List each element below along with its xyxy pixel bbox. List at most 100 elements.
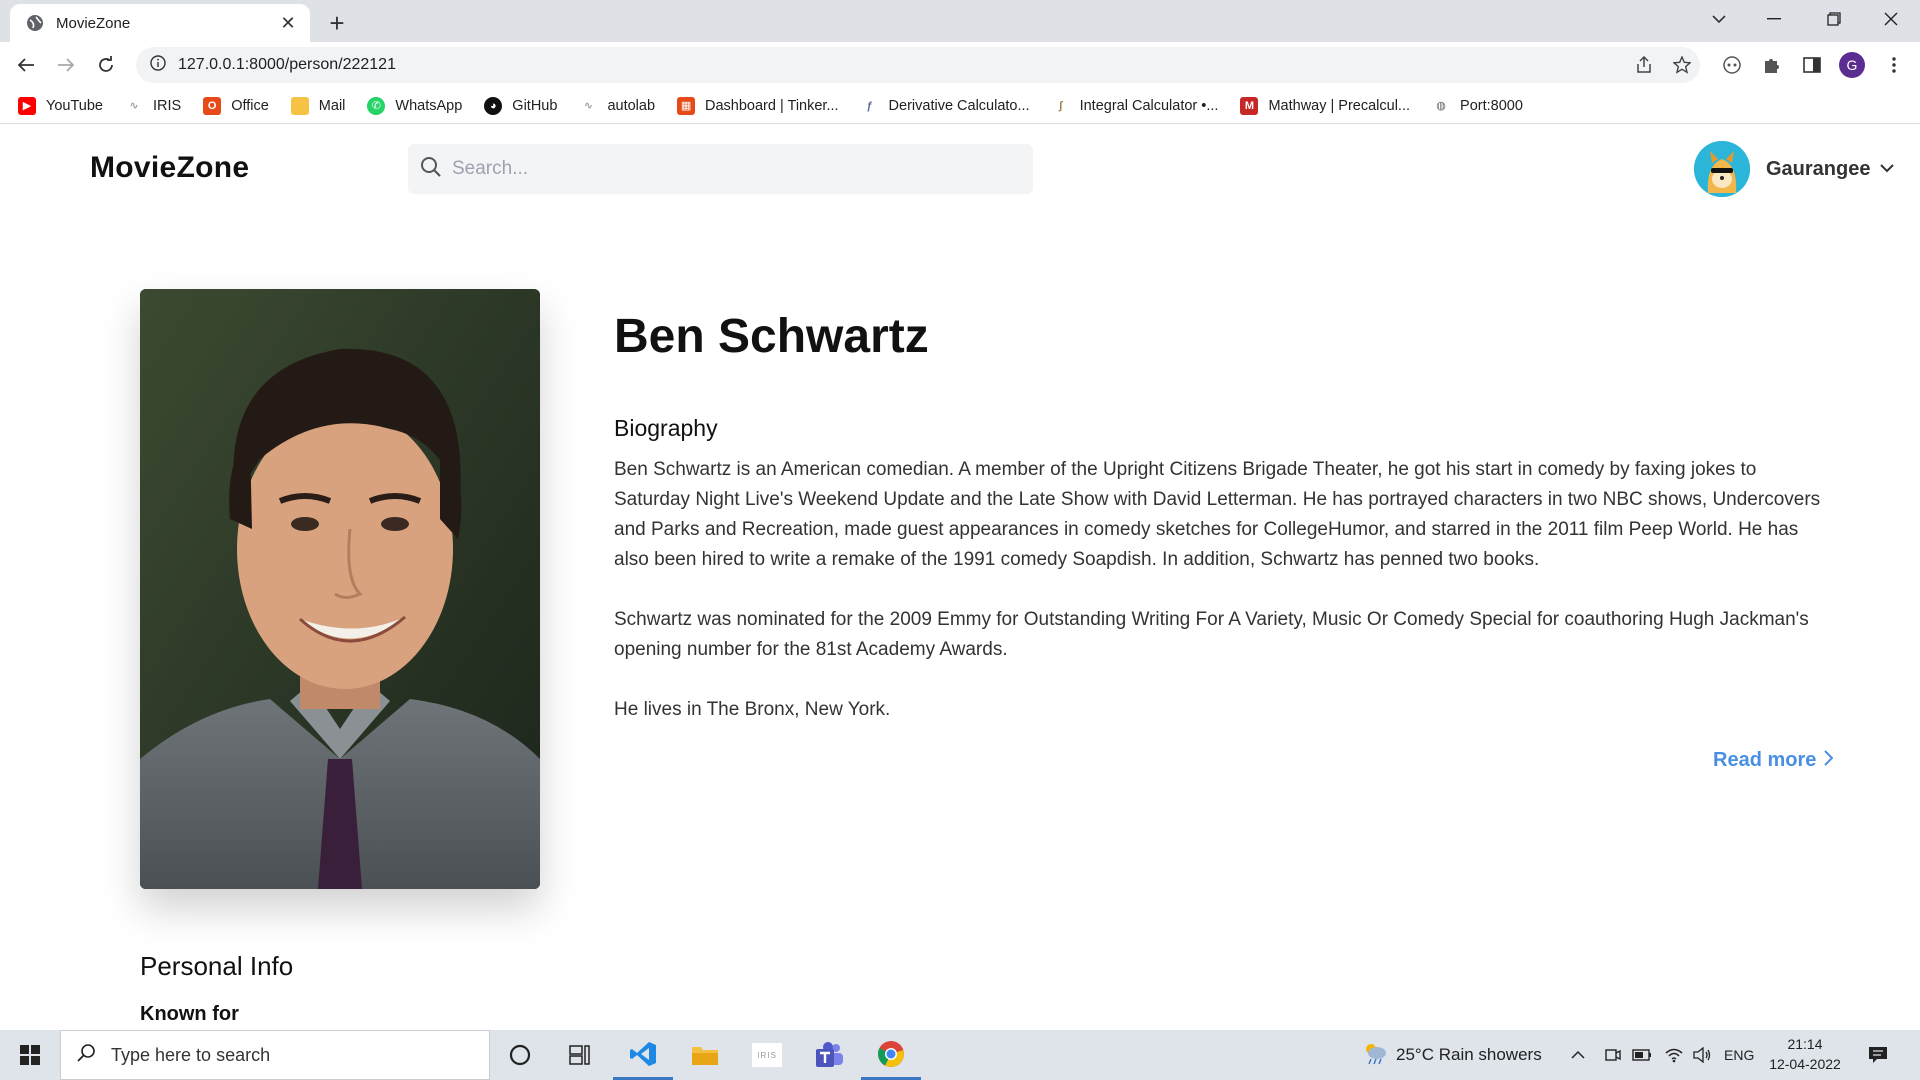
weather-text: 25°C Rain showers <box>1396 1045 1542 1064</box>
biography-paragraph: He lives in The Bronx, New York. <box>614 699 891 720</box>
volume-icon[interactable] <box>1692 1030 1712 1080</box>
bookmark-label: Office <box>231 97 269 114</box>
tab-search-chevron-icon[interactable] <box>1690 0 1748 38</box>
integral-icon: ∫ <box>1059 99 1063 112</box>
windows-start-icon[interactable] <box>0 1030 60 1080</box>
cortana-icon[interactable] <box>490 1030 550 1080</box>
new-tab-button[interactable]: + <box>322 8 352 38</box>
bookmark-label: Derivative Calculato... <box>888 97 1030 114</box>
notifications-icon[interactable] <box>1868 1030 1888 1080</box>
bookmark-item[interactable]: ▦ Dashboard | Tinker... <box>677 96 839 115</box>
bookmark-label: Mathway | Precalcul... <box>1268 97 1411 114</box>
taskbar-search-placeholder: Type here to search <box>111 1044 271 1065</box>
derivative-icon: ƒ <box>866 99 873 112</box>
bookmark-label: Integral Calculator •... <box>1079 97 1219 114</box>
user-menu[interactable]: Gaurangee <box>1694 141 1895 197</box>
bookmark-item[interactable]: ∫ Integral Calculator •... <box>1052 97 1219 115</box>
whatsapp-icon: ✆ <box>367 96 386 115</box>
tab-close-icon[interactable]: ✕ <box>278 13 298 33</box>
clock-date: 12-04-2022 <box>1769 1056 1841 1072</box>
profile-initial: G <box>1839 52 1865 78</box>
chrome-profile-avatar[interactable]: G <box>1836 49 1868 81</box>
person-name: Ben Schwartz <box>614 310 929 363</box>
chrome-icon[interactable] <box>861 1030 921 1080</box>
bookmark-item[interactable]: ∿ autolab <box>579 97 655 115</box>
address-bar[interactable]: 127.0.0.1:8000/person/222121 <box>136 47 1700 83</box>
search-icon <box>420 156 442 183</box>
biography-heading: Biography <box>614 415 718 441</box>
site-logo[interactable]: MovieZone <box>90 151 249 185</box>
biography-text: Ben Schwartz is an American comedian. A … <box>614 455 1834 755</box>
page-content: MovieZone Gaurangee <box>0 125 1920 1030</box>
bookmark-item[interactable]: ƒ Derivative Calculato... <box>861 97 1030 115</box>
back-arrow-icon[interactable] <box>10 49 42 81</box>
search-input[interactable] <box>452 158 1012 180</box>
battery-icon[interactable] <box>1632 1030 1652 1080</box>
show-hidden-icons-chevron-icon[interactable] <box>1570 1030 1586 1080</box>
bookmark-item[interactable]: ▶ YouTube <box>18 96 103 115</box>
search-icon <box>77 1043 97 1068</box>
personal-info-heading: Personal Info <box>140 951 294 981</box>
restore-icon[interactable] <box>1805 0 1863 38</box>
meet-now-icon[interactable] <box>1604 1030 1622 1080</box>
close-window-icon[interactable] <box>1862 0 1920 38</box>
bookmark-label: Port:8000 <box>1460 97 1523 114</box>
folder-icon <box>290 96 309 115</box>
wifi-icon[interactable] <box>1664 1030 1684 1080</box>
clock-time: 21:14 <box>1787 1036 1823 1052</box>
file-explorer-icon[interactable] <box>675 1030 735 1080</box>
bookmark-label: GitHub <box>512 97 558 114</box>
bookmark-star-icon[interactable] <box>1666 49 1698 81</box>
biography-paragraph: Schwartz was nominated for the 2009 Emmy… <box>614 609 1809 660</box>
taskbar-search[interactable]: Type here to search <box>60 1030 490 1080</box>
browser-tab[interactable]: MovieZone ✕ <box>10 4 310 42</box>
github-icon: ◕ <box>484 96 503 115</box>
vscode-icon[interactable] <box>613 1030 673 1080</box>
chevron-down-icon <box>1880 160 1895 178</box>
youtube-icon: ▶ <box>18 96 36 115</box>
bookmark-label: YouTube <box>46 97 103 114</box>
read-more-link[interactable]: Read more <box>1713 749 1834 772</box>
browser-toolbar: 127.0.0.1:8000/person/222121 G <box>0 42 1920 88</box>
tinkercad-icon: ▦ <box>677 96 696 115</box>
bookmark-item[interactable]: Mail <box>290 96 346 115</box>
iris-app-icon[interactable]: IRIS <box>737 1030 797 1080</box>
forward-arrow-icon[interactable] <box>50 49 82 81</box>
rain-cloud-icon <box>1362 1041 1388 1070</box>
biography-paragraph: Ben Schwartz is an American comedian. A … <box>614 459 1821 570</box>
bookmark-item[interactable]: O Office <box>203 96 269 115</box>
site-search[interactable] <box>408 144 1033 194</box>
chevron-right-icon <box>1824 749 1834 772</box>
taskbar-clock[interactable]: 21:14 12-04-2022 <box>1760 1034 1850 1074</box>
bookmark-label: IRIS <box>152 97 182 114</box>
weather-widget[interactable]: 25°C Rain showers <box>1362 1030 1542 1080</box>
person-photo <box>140 289 540 889</box>
avatar <box>1694 141 1750 197</box>
language-indicator[interactable]: ENG <box>1724 1030 1754 1080</box>
bookmarks-bar: ▶ YouTube ∿ IRIS O Office Mail ✆ WhatsApp ◕ GitHub… <box>0 88 1920 124</box>
bookmark-label: Mail <box>318 97 346 114</box>
bookmark-item[interactable]: M Mathway | Precalcul... <box>1240 96 1411 115</box>
username: Gaurangee <box>1766 157 1871 180</box>
bookmark-label: WhatsApp <box>395 97 463 114</box>
windows-taskbar: Type here to search IRIS 25°C Rain showe… <box>0 1030 1920 1080</box>
site-info-icon[interactable] <box>150 54 166 76</box>
chrome-menu-icon[interactable] <box>1878 49 1910 81</box>
extensions-puzzle-icon[interactable] <box>1756 49 1788 81</box>
office-icon: O <box>203 96 222 115</box>
bookmark-item[interactable]: ◍ Port:8000 <box>1432 97 1523 115</box>
task-view-icon[interactable] <box>550 1030 610 1080</box>
known-for-label: Known for <box>140 1003 239 1025</box>
minimize-icon[interactable] <box>1745 0 1803 38</box>
extension-circle-icon[interactable] <box>1716 49 1748 81</box>
url-text: 127.0.0.1:8000/person/222121 <box>178 56 396 73</box>
bookmark-item[interactable]: ∿ IRIS <box>125 97 181 115</box>
globe-icon <box>26 14 44 32</box>
reload-icon[interactable] <box>90 49 122 81</box>
share-icon[interactable] <box>1628 49 1660 81</box>
bookmark-item[interactable]: ✆ WhatsApp <box>367 96 463 115</box>
bookmark-label: Dashboard | Tinker... <box>705 97 839 114</box>
teams-icon[interactable] <box>799 1030 859 1080</box>
side-panel-icon[interactable] <box>1796 49 1828 81</box>
bookmark-item[interactable]: ◕ GitHub <box>484 96 558 115</box>
